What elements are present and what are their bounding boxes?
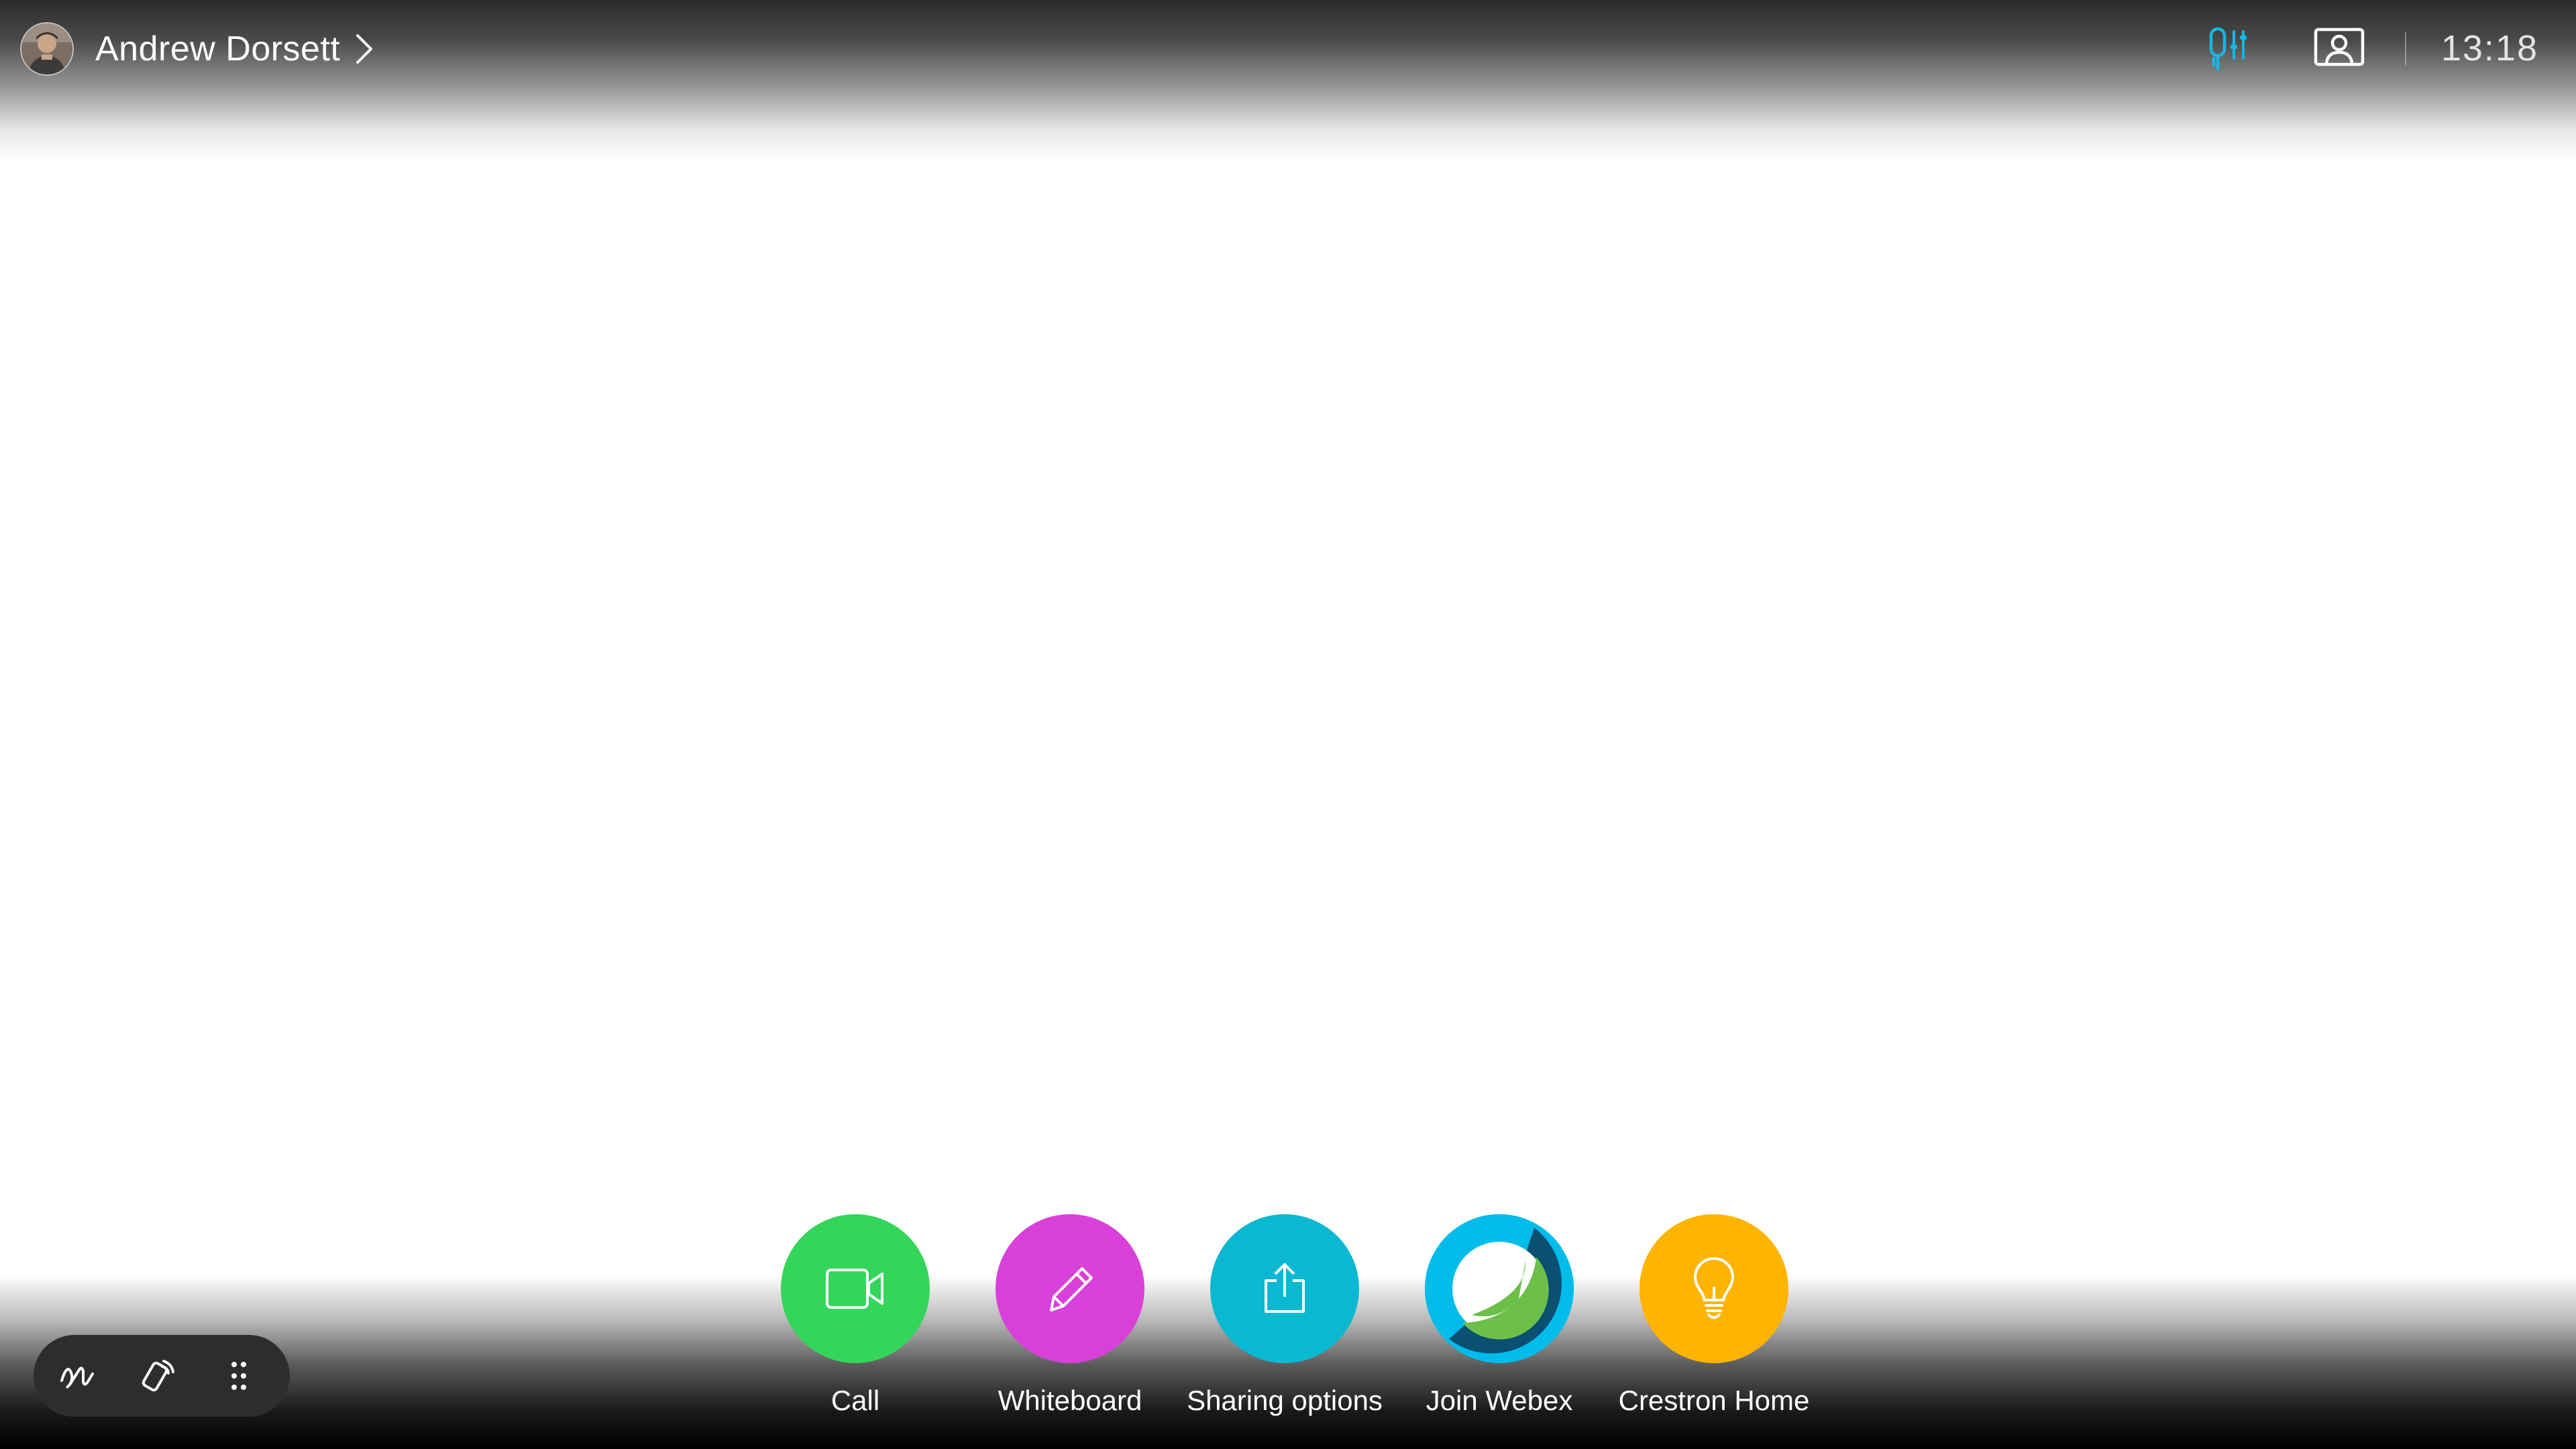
status-area: 13:18 — [2201, 23, 2538, 74]
proximity-button[interactable] — [129, 1339, 188, 1413]
annotate-scribble-icon — [60, 1366, 94, 1389]
share-upload-icon — [1265, 1263, 1305, 1313]
proximity-pairing-icon — [142, 1360, 174, 1392]
app-launcher: Call Whiteboard Sharing options Join Web… — [748, 1214, 1821, 1429]
crestron-home-button[interactable] — [1640, 1214, 1788, 1363]
video-camera-icon — [826, 1269, 883, 1309]
self-view-button[interactable] — [2311, 23, 2367, 74]
more-button[interactable] — [209, 1339, 268, 1413]
app-label: Join Webex — [1426, 1385, 1573, 1416]
more-dots-icon — [231, 1362, 246, 1390]
divider — [2404, 32, 2406, 65]
app-label: Sharing options — [1187, 1385, 1383, 1416]
user-profile-button[interactable]: Andrew Dorsett — [20, 21, 375, 76]
user-name: Andrew Dorsett — [95, 30, 341, 68]
top-gradient — [0, 0, 2576, 161]
avatar-photo-icon — [21, 23, 72, 74]
app-label: Whiteboard — [998, 1385, 1142, 1416]
room-device-home-screen: Andrew Dorsett 13:18 Call Whiteboard Sha… — [0, 0, 2576, 1449]
mic-settings-button[interactable] — [2201, 23, 2255, 74]
quick-tools-bar — [34, 1335, 290, 1417]
app-label: Call — [830, 1385, 880, 1416]
chevron-right-icon — [356, 34, 373, 64]
pencil-icon — [1050, 1267, 1093, 1311]
self-view-icon — [2314, 28, 2365, 66]
join-webex-button[interactable] — [1425, 1214, 1574, 1363]
app-crestron-home[interactable]: Crestron Home — [1607, 1214, 1821, 1417]
whiteboard-button[interactable] — [996, 1214, 1144, 1363]
annotate-button[interactable] — [48, 1339, 107, 1413]
mic-settings-icon — [2209, 27, 2247, 71]
clock: 13:18 — [2440, 28, 2538, 68]
lightbulb-icon — [1694, 1257, 1734, 1319]
call-button[interactable] — [781, 1214, 930, 1363]
app-call[interactable]: Call — [748, 1214, 963, 1417]
app-sharing-options[interactable]: Sharing options — [1177, 1214, 1392, 1417]
app-label: Crestron Home — [1618, 1385, 1810, 1416]
app-whiteboard[interactable]: Whiteboard — [963, 1214, 1177, 1417]
sharing-options-button[interactable] — [1210, 1214, 1359, 1363]
webex-logo-icon — [1425, 1214, 1574, 1363]
app-join-webex[interactable]: Join Webex — [1392, 1214, 1607, 1417]
user-avatar — [20, 22, 74, 76]
